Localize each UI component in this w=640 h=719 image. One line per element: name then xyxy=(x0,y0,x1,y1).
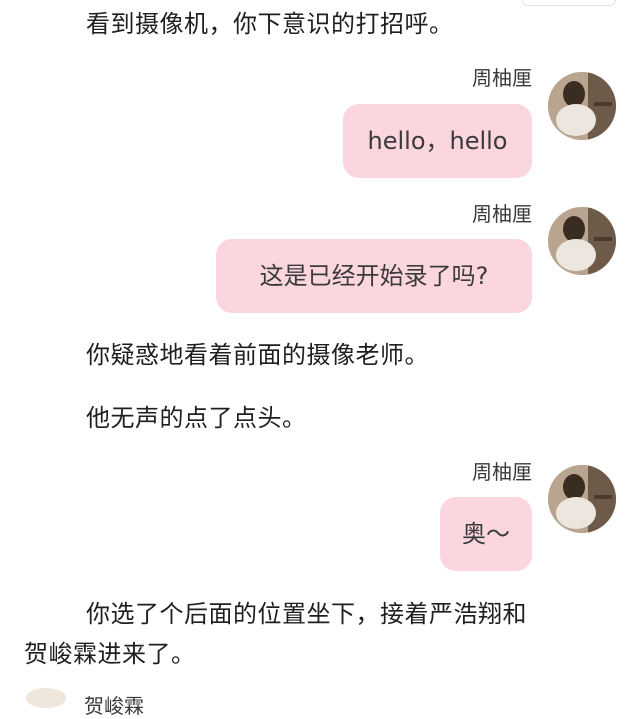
avatar[interactable] xyxy=(548,465,616,533)
avatar[interactable] xyxy=(548,72,616,140)
sender-name: 周柚厘 xyxy=(472,202,532,226)
top-partial-element xyxy=(522,0,616,6)
narration-line: 贺峻霖进来了。 xyxy=(24,640,196,668)
sender-name: 周柚厘 xyxy=(472,460,532,484)
narration-line: 他无声的点了点头。 xyxy=(86,404,307,432)
sender-name: 周柚厘 xyxy=(472,66,532,90)
narration-line: 看到摄像机，你下意识的打招呼。 xyxy=(86,10,454,38)
chat-bubble[interactable]: 奥～ xyxy=(440,497,532,571)
avatar-photo-icon xyxy=(548,207,616,275)
sender-name: 贺峻霖 xyxy=(84,694,144,718)
narration-line: 你选了个后面的位置坐下，接着严浩翔和 xyxy=(86,600,527,628)
chat-bubble[interactable]: 这是已经开始录了吗? xyxy=(216,239,532,313)
narration-line: 你疑惑地看着前面的摄像老师。 xyxy=(86,341,429,369)
chat-bubble[interactable]: hello，hello xyxy=(343,104,532,178)
avatar[interactable] xyxy=(26,688,66,708)
avatar-photo-icon xyxy=(548,465,616,533)
avatar[interactable] xyxy=(548,207,616,275)
avatar-photo-icon xyxy=(548,72,616,140)
